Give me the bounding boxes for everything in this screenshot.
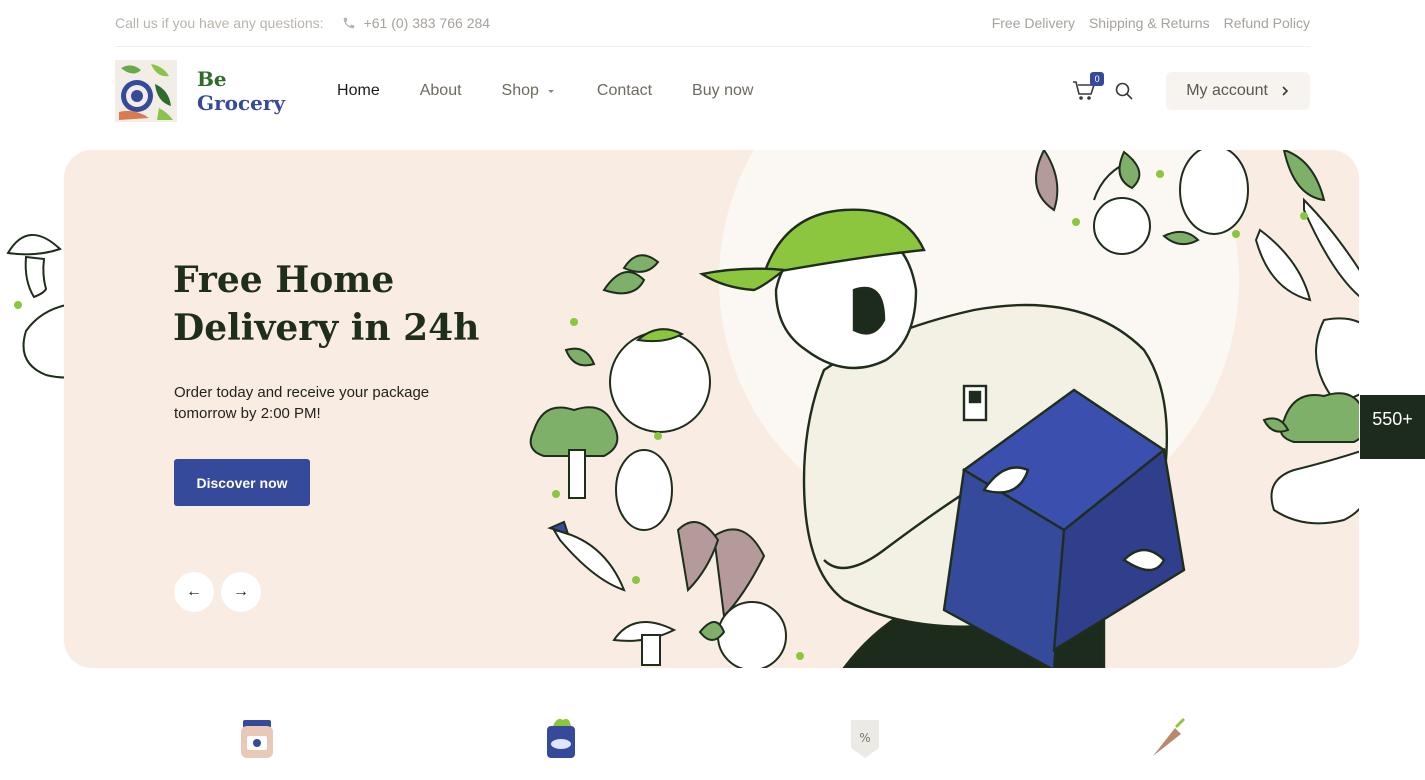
nav-shop-label: Shop (501, 82, 539, 99)
chevron-down-icon (547, 90, 554, 93)
bag-icon (547, 718, 575, 758)
logo-mark-icon (115, 60, 177, 122)
phone-number: +61 (0) 383 766 284 (363, 15, 491, 31)
nav-shop[interactable]: Shop (502, 82, 557, 100)
question-text: Call us if you have any questions: (115, 15, 324, 31)
cart-button[interactable]: 0 (1072, 72, 1105, 102)
top-bar: Call us if you have any questions: +61 (… (115, 0, 1310, 47)
search-icon[interactable] (1114, 81, 1134, 101)
main-nav: Home About Shop Contact Buy now (337, 82, 753, 100)
header-actions: 0 My account (1072, 72, 1310, 110)
top-links: Free Delivery Shipping & Returns Refund … (992, 15, 1310, 31)
carrot-icon (1153, 718, 1185, 756)
jar-icon (241, 720, 273, 758)
logo-text: Be Grocery (197, 67, 285, 115)
nav-buy-now[interactable]: Buy now (692, 82, 753, 100)
arrow-right-icon: → (233, 583, 249, 600)
logo-line-2: Grocery (197, 91, 286, 115)
side-badge-text: 550+ (1372, 409, 1413, 429)
cart-count-badge: 0 (1090, 72, 1105, 86)
link-shipping-returns[interactable]: Shipping & Returns (1089, 15, 1210, 31)
link-free-delivery[interactable]: Free Delivery (992, 15, 1075, 31)
main-header: Be Grocery Home About Shop Contact Buy n… (115, 58, 1310, 124)
my-account-label: My account (1186, 82, 1268, 99)
hero-title: Free Home Delivery in 24h (173, 259, 480, 349)
hero-banner: Free Home Delivery in 24h Order today an… (64, 150, 1359, 668)
discover-now-button[interactable]: Discover now (174, 459, 310, 506)
chevron-right-icon (1282, 86, 1289, 96)
contact-info: Call us if you have any questions: +61 (… (115, 15, 490, 31)
prev-slide-button[interactable]: ← (174, 572, 214, 612)
my-account-button[interactable]: My account (1166, 72, 1310, 110)
nav-contact[interactable]: Contact (597, 82, 652, 100)
arrow-left-icon: ← (186, 583, 202, 600)
logo-line-1: Be (197, 67, 227, 91)
phone-link[interactable]: +61 (0) 383 766 284 (342, 15, 491, 31)
hero-subtitle: Order today and receive your package tom… (174, 384, 430, 422)
nav-buy-now-label: Buy now (692, 82, 754, 99)
nav-about[interactable]: About (420, 82, 462, 100)
phone-icon (343, 17, 354, 29)
discount-tag-icon: % (851, 720, 879, 758)
svg-text:%: % (859, 731, 870, 745)
nav-about-label: About (419, 82, 462, 99)
nav-home[interactable]: Home (337, 82, 380, 100)
side-floating-badge[interactable]: 550+ (1360, 395, 1425, 459)
nav-home-label: Home (337, 82, 380, 99)
link-refund-policy[interactable]: Refund Policy (1224, 15, 1310, 31)
logo[interactable]: Be Grocery (115, 60, 285, 122)
next-slide-button[interactable]: → (221, 572, 261, 612)
nav-contact-label: Contact (596, 82, 653, 99)
